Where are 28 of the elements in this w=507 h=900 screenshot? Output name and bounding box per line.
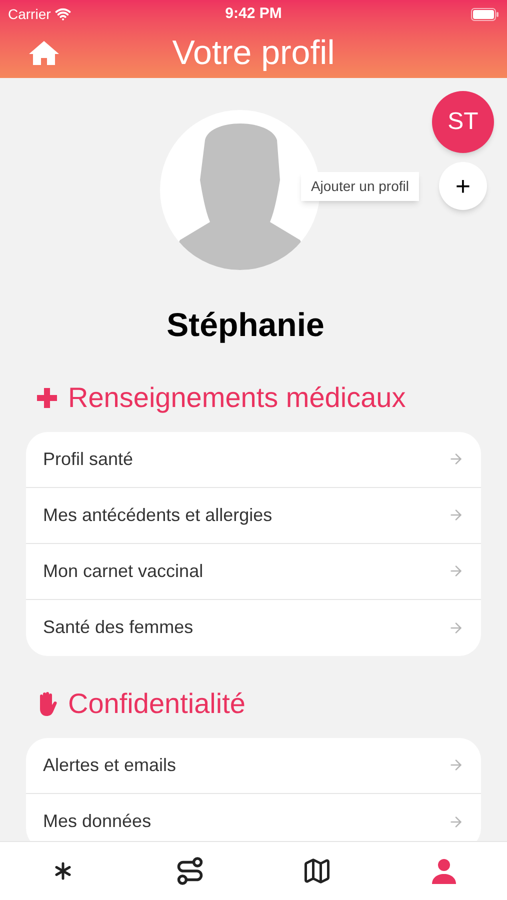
route-icon[interactable] xyxy=(175,856,206,886)
add-profile-button[interactable]: + xyxy=(439,162,487,210)
menu-item[interactable]: Mes antécédents et allergies xyxy=(26,488,481,544)
arrow-icon xyxy=(448,814,464,830)
menu-item[interactable]: Santé des femmes xyxy=(26,600,481,656)
battery-icon xyxy=(470,8,499,20)
wifi-icon xyxy=(54,6,71,22)
person-icon[interactable] xyxy=(430,857,458,885)
profile-avatar-button[interactable]: ST xyxy=(432,91,494,153)
menu-item[interactable]: Alertes et emails xyxy=(26,738,481,794)
menu-item[interactable]: Mes données xyxy=(26,794,481,841)
arrow-icon xyxy=(448,507,464,523)
arrow-icon xyxy=(448,620,464,636)
page-title: Votre profil xyxy=(172,36,335,70)
cross-icon xyxy=(36,386,58,408)
section-heading: Confidentialité xyxy=(68,686,246,720)
home-button[interactable] xyxy=(28,40,60,66)
status-time: 9:42 PM xyxy=(225,4,282,24)
arrow-icon xyxy=(448,757,464,773)
section-heading: Renseignements médicaux xyxy=(68,380,406,415)
menu-item[interactable]: Mon carnet vaccinal xyxy=(26,544,481,600)
profile-name: Stéphanie xyxy=(166,305,324,345)
arrow-icon xyxy=(448,563,464,579)
menu-item[interactable]: Profil santé xyxy=(26,432,481,488)
map-icon[interactable] xyxy=(302,856,332,886)
carrier-label: Carrier xyxy=(8,4,51,24)
arrow-icon xyxy=(448,451,464,467)
tooltip: Ajouter un profil xyxy=(300,172,419,200)
